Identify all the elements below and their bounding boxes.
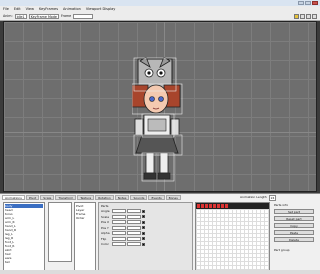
tab-texture[interactable]: Texture bbox=[77, 195, 95, 200]
param-label: Color bbox=[101, 242, 109, 247]
maximize-button[interactable] bbox=[305, 1, 311, 5]
property-list[interactable]: Pivot Layer Frame Order bbox=[74, 202, 96, 272]
tab-events[interactable]: Events bbox=[148, 195, 165, 200]
keyframe-marker[interactable] bbox=[221, 204, 224, 208]
param-label: Alpha bbox=[101, 231, 110, 236]
param-label: Pos Y bbox=[101, 225, 109, 230]
parts-tree[interactable]: body head torso arm_L arm_R hand_L hand_… bbox=[3, 202, 45, 272]
close-button[interactable] bbox=[312, 1, 318, 5]
parts-info-panel: Parts info Set part Reset part Copy Past… bbox=[272, 202, 317, 274]
minimize-button[interactable] bbox=[298, 1, 304, 5]
paste-button[interactable]: Paste bbox=[274, 230, 314, 235]
set-part-button[interactable]: Set part bbox=[274, 209, 314, 214]
param-input[interactable] bbox=[112, 225, 126, 230]
animation-length-value[interactable]: 24 bbox=[268, 195, 277, 201]
menu-view[interactable]: View bbox=[26, 7, 34, 11]
window-controls bbox=[298, 1, 318, 5]
animation-label: Anim: bbox=[3, 14, 13, 18]
key-icon[interactable] bbox=[294, 13, 299, 19]
stop-icon[interactable] bbox=[306, 13, 311, 19]
parts-info-title: Parts info bbox=[274, 203, 289, 207]
tree-item[interactable]: tail bbox=[5, 260, 43, 264]
frame-label: Frame bbox=[60, 14, 72, 18]
keyframe-marker[interactable] bbox=[225, 204, 228, 208]
part-group-label: Part group bbox=[274, 248, 290, 252]
keyframe-marker[interactable] bbox=[213, 204, 216, 208]
params-title: Parts bbox=[101, 203, 109, 208]
loop-icon[interactable] bbox=[312, 13, 317, 19]
param-input[interactable] bbox=[127, 231, 141, 236]
tab-bones[interactable]: Bones bbox=[165, 195, 181, 200]
animation-length: Animation Length 24 bbox=[240, 195, 277, 201]
toolbar-right-group bbox=[294, 13, 320, 19]
menu-edit[interactable]: Edit bbox=[14, 7, 21, 11]
param-input[interactable] bbox=[127, 209, 141, 214]
tab-rotation[interactable]: Rotation bbox=[95, 195, 114, 200]
param-label: Flip bbox=[101, 236, 107, 241]
tab-sounds[interactable]: Sounds bbox=[130, 195, 148, 200]
param-row: Color bbox=[99, 242, 192, 248]
delete-button[interactable]: Delete bbox=[274, 237, 314, 242]
tab-animations[interactable]: Animations bbox=[2, 195, 25, 200]
param-label: Pos X bbox=[101, 220, 110, 225]
toolbar: Anim: idle1 KeyFrame Mode Frame bbox=[0, 12, 320, 21]
param-label: Scale bbox=[101, 214, 110, 219]
param-color-swatch[interactable] bbox=[142, 220, 145, 224]
param-color-swatch[interactable] bbox=[142, 237, 145, 241]
param-color-swatch[interactable] bbox=[142, 226, 145, 230]
viewport[interactable] bbox=[3, 21, 317, 192]
frame-input[interactable] bbox=[73, 13, 94, 19]
keyframe-marker[interactable] bbox=[209, 204, 212, 208]
bottom-panel: Animations Pivot Scale Transform Texture… bbox=[0, 193, 320, 274]
param-input[interactable] bbox=[112, 220, 126, 225]
tab-pivot[interactable]: Pivot bbox=[25, 195, 40, 200]
menu-keyframes[interactable]: KeyFrames bbox=[39, 7, 58, 11]
param-input[interactable] bbox=[112, 231, 126, 236]
menu-animation[interactable]: Animation bbox=[63, 7, 81, 11]
reset-part-button[interactable]: Reset part bbox=[274, 216, 314, 221]
keyframe-marker[interactable] bbox=[205, 204, 208, 208]
param-input[interactable] bbox=[127, 236, 141, 241]
copy-button[interactable]: Copy bbox=[274, 223, 314, 228]
tab-scale[interactable]: Scale bbox=[40, 195, 55, 200]
param-color-swatch[interactable] bbox=[142, 209, 145, 213]
param-label: Angle bbox=[101, 209, 110, 214]
property-item[interactable]: Order bbox=[76, 216, 94, 220]
menu-viewport-display[interactable]: Viewport Display bbox=[86, 7, 116, 11]
bottom-tabs: Animations Pivot Scale Transform Texture… bbox=[2, 195, 181, 200]
param-color-swatch[interactable] bbox=[142, 215, 145, 219]
frames-list[interactable] bbox=[48, 202, 72, 262]
keyframe-marker[interactable] bbox=[197, 204, 200, 208]
character-sprite[interactable] bbox=[131, 56, 192, 191]
param-color-swatch[interactable] bbox=[142, 231, 145, 235]
timeline[interactable] bbox=[195, 202, 270, 274]
keyframe-marker[interactable] bbox=[217, 204, 220, 208]
parameters-panel: Parts Angle Scale Pos X Pos Y Alpha Flip… bbox=[98, 202, 193, 274]
param-input[interactable] bbox=[127, 242, 141, 247]
timeline-grid[interactable] bbox=[196, 209, 269, 273]
param-input[interactable] bbox=[112, 242, 126, 247]
param-input[interactable] bbox=[127, 220, 141, 225]
param-input[interactable] bbox=[112, 236, 126, 241]
tab-transform[interactable]: Transform bbox=[55, 195, 77, 200]
keyframe-marker[interactable] bbox=[201, 204, 204, 208]
param-input[interactable] bbox=[112, 209, 126, 214]
play-icon[interactable] bbox=[300, 13, 305, 19]
keyframe-mode-select[interactable]: KeyFrame Mode bbox=[28, 13, 59, 19]
param-input[interactable] bbox=[112, 214, 126, 219]
animation-length-label: Animation Length bbox=[240, 195, 267, 199]
tab-notes[interactable]: Notes bbox=[114, 195, 130, 200]
character-drawing bbox=[131, 56, 183, 182]
menu-file[interactable]: File bbox=[3, 7, 9, 11]
param-color-swatch[interactable] bbox=[142, 242, 145, 246]
animation-select[interactable]: idle1 bbox=[14, 13, 27, 19]
status-bar bbox=[0, 270, 320, 274]
param-input[interactable] bbox=[127, 214, 141, 219]
param-input[interactable] bbox=[127, 225, 141, 230]
